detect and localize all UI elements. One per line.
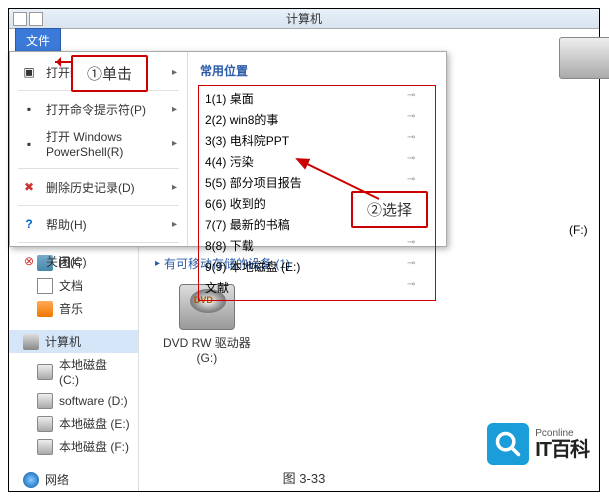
sidebar-computer[interactable]: 计算机 [9,330,138,353]
sidebar-drive-c[interactable]: 本地磁盘 (C:) [9,353,138,390]
drive-icon [37,364,53,380]
close-icon: ⊗ [20,252,38,270]
chevron-right-icon: ▸ [172,219,177,230]
drive-label: (F:) [569,223,588,237]
delete-history-icon: ✖ [20,178,38,196]
pin-icon[interactable] [407,279,421,289]
new-window-icon: ▣ [20,63,38,81]
pin-icon[interactable] [407,111,421,121]
documents-icon [37,278,53,294]
menu-delete-history[interactable]: ✖ 删除历史记录(D) ▸ [10,173,187,201]
drive-icon-large[interactable] [559,37,609,79]
sys-icon [29,12,43,26]
powershell-icon: ▪ [20,135,38,153]
file-menu-right: 常用位置 1(1) 桌面 2(2) win8的事 3(3) 电科院PPT 4(4… [188,52,446,246]
watermark-small: Pconline [535,428,589,439]
dvd-label: DVD RW 驱动器 (G:) [163,334,251,365]
sys-icon [13,12,27,26]
annotation-click: ①单击 [71,55,148,92]
window-title: 计算机 [286,10,322,27]
menu-cmd[interactable]: ▪ 打开命令提示符(P) ▸ [10,95,187,123]
frequent-item[interactable]: 8(8) 下载 [201,235,433,256]
watermark-logo-icon [487,423,529,465]
sidebar-drive-e[interactable]: 本地磁盘 (E:) [9,412,138,435]
menu-help[interactable]: ? 帮助(H) ▸ [10,210,187,238]
titlebar: 计算机 [9,9,599,29]
pin-icon[interactable] [407,237,421,247]
pin-icon[interactable] [407,153,421,163]
annotation-arrow [293,155,383,208]
drive-icon [37,439,53,455]
chevron-right-icon: ▸ [172,104,177,115]
frequent-item[interactable]: 文献 [201,277,433,298]
watermark-big: IT百科 [535,439,589,461]
sidebar-music[interactable]: 音乐 [9,297,138,320]
chevron-right-icon: ▸ [172,67,177,78]
frequent-item[interactable]: 9(9) 本地磁盘 (E:) [201,256,433,277]
computer-icon [23,334,39,350]
pin-icon[interactable] [407,258,421,268]
frequent-item[interactable]: 2(2) win8的事 [201,109,433,130]
drive-icon [37,393,53,409]
music-icon [37,301,53,317]
figure-caption: 图 3-33 [9,468,599,487]
sidebar-drive-f[interactable]: 本地磁盘 (F:) [9,435,138,458]
pin-icon[interactable] [407,90,421,100]
sidebar-drive-d[interactable]: software (D:) [9,390,138,412]
pin-icon[interactable] [407,132,421,142]
frequent-item[interactable]: 3(3) 电科院PPT [201,130,433,151]
cmd-icon: ▪ [20,100,38,118]
frequent-header: 常用位置 [198,58,436,83]
chevron-right-icon: ▸ [172,138,177,149]
file-button[interactable]: 文件 [15,28,61,53]
menu-powershell[interactable]: ▪ 打开 Windows PowerShell(R) ▸ [10,123,187,164]
help-icon: ? [20,215,38,233]
sidebar-documents[interactable]: 文档 [9,274,138,297]
frequent-item[interactable]: 1(1) 桌面 [201,88,433,109]
ribbon-file-bar: 文件 [9,29,599,51]
pin-icon[interactable] [407,174,421,184]
drive-icon [37,416,53,432]
watermark: Pconline IT百科 [487,423,589,465]
menu-close[interactable]: ⊗ 关闭(C) [10,247,187,275]
chevron-right-icon: ▸ [172,182,177,193]
